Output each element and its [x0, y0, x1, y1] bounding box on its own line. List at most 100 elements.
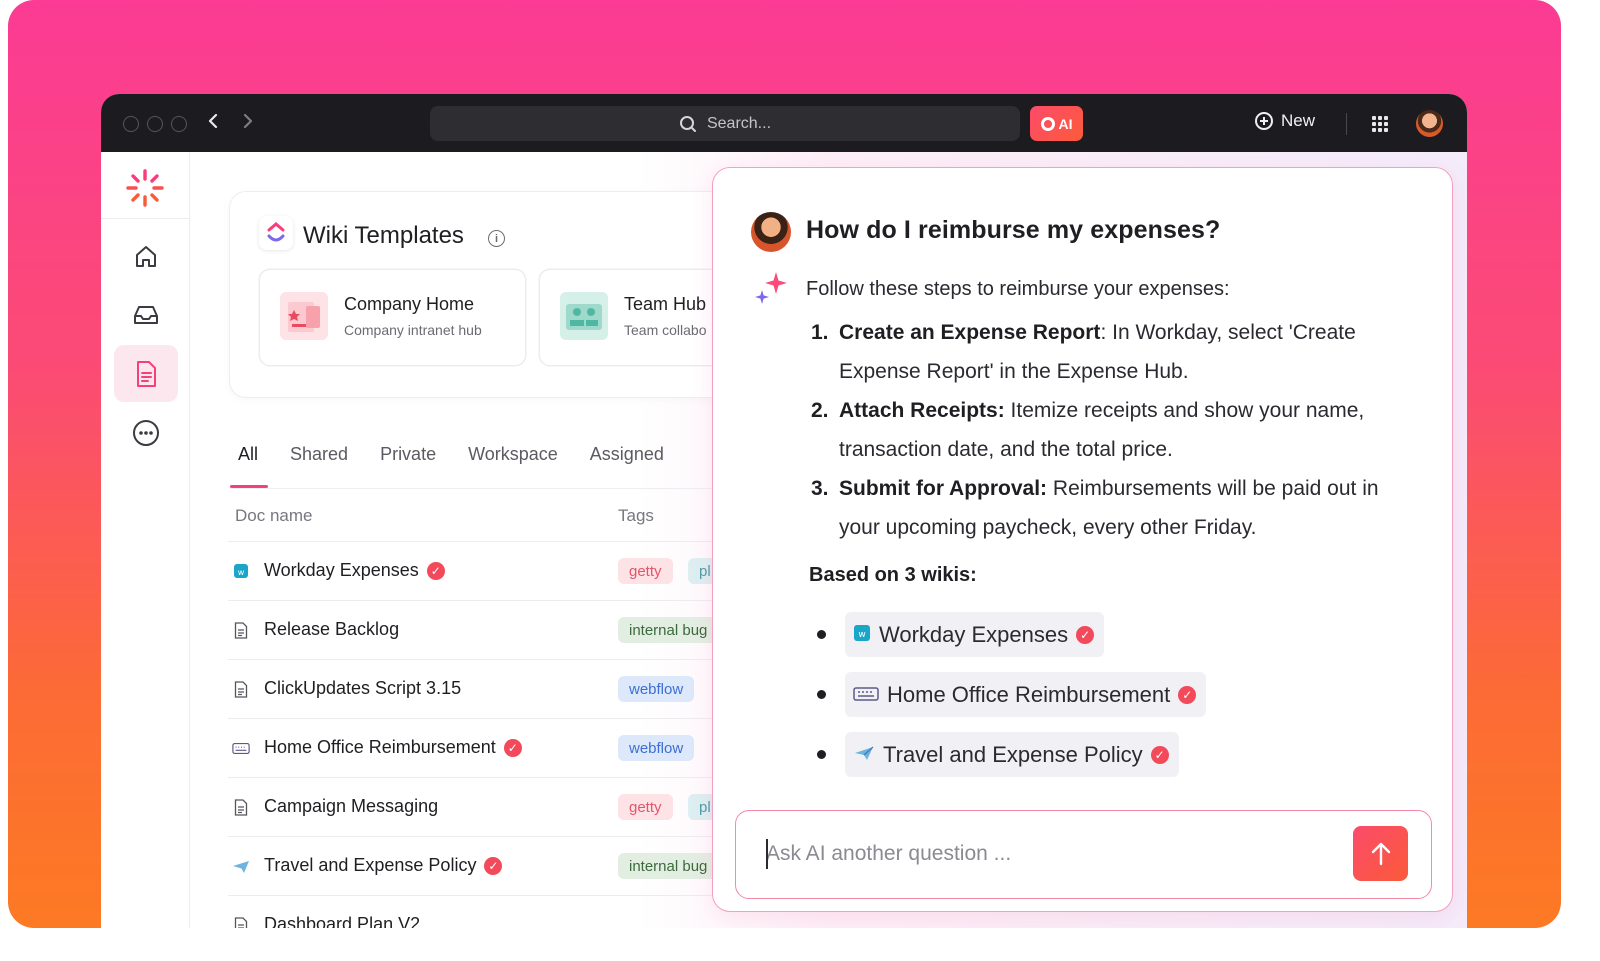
ai-question: How do I reimburse my expenses? [806, 216, 1221, 244]
tag-chip[interactable]: webflow [618, 676, 695, 702]
ai-logo-icon [1040, 116, 1055, 131]
verified-badge-icon: ✓ [426, 561, 445, 580]
doc-name-label: Release Backlog [264, 619, 400, 639]
doc-icon [232, 621, 250, 639]
tag-chip[interactable]: webflow [618, 735, 695, 761]
column-header-doc-name[interactable]: Doc name [235, 506, 312, 526]
doc-icon [232, 916, 250, 928]
verified-badge-icon: ✓ [1178, 685, 1197, 704]
step-title: Create an Expense Report [839, 321, 1101, 344]
active-tab-indicator [230, 485, 268, 488]
app-window: Search... AI New Wiki Templates i Compan… [101, 94, 1467, 928]
source-wiki-home-office-reimbursement[interactable]: Home Office Reimbursement ✓ [845, 672, 1207, 717]
source-wiki-workday-expenses[interactable]: w Workday Expenses ✓ [845, 612, 1105, 657]
more-icon[interactable] [126, 413, 166, 453]
bullet [817, 690, 826, 699]
user-avatar[interactable] [1416, 110, 1443, 137]
send-button[interactable] [1353, 826, 1408, 881]
docs-icon[interactable] [114, 345, 178, 402]
plus-circle-icon [1255, 112, 1273, 130]
plane-icon [232, 857, 250, 875]
column-header-tags[interactable]: Tags [618, 506, 654, 526]
ai-button[interactable]: AI [1030, 106, 1083, 141]
tag-chip[interactable]: getty [618, 794, 673, 820]
wiki-templates-title: Wiki Templates [303, 222, 464, 249]
search-icon [679, 115, 696, 132]
keyboard-icon [853, 682, 879, 708]
keyboard-icon [232, 739, 250, 757]
source-name: Home Office Reimbursement [887, 681, 1171, 707]
window-minimize-button[interactable] [147, 116, 163, 132]
source-name: Workday Expenses [879, 621, 1069, 647]
doc-name-label: Dashboard Plan V2 [264, 914, 421, 928]
inbox-icon[interactable] [126, 295, 166, 335]
forward-arrow-icon[interactable] [242, 111, 254, 137]
ask-ai-input[interactable] [766, 839, 1336, 869]
doc-icon [232, 680, 250, 698]
step-number: 2. [811, 399, 829, 422]
template-subtitle: Company intranet hub [344, 322, 482, 338]
sidebar-divider [101, 218, 190, 219]
bullet [817, 750, 826, 759]
doc-name: Dashboard Plan V2 [264, 914, 420, 928]
tab-private[interactable]: Private [380, 444, 436, 465]
apps-grid-icon[interactable] [1372, 116, 1388, 132]
info-icon[interactable]: i [488, 230, 505, 247]
doc-name: ClickUpdates Script 3.15 [264, 678, 461, 699]
template-title: Company Home [344, 294, 475, 314]
home-icon[interactable] [126, 237, 166, 277]
tag-chip[interactable]: internal bug [618, 617, 719, 643]
tab-assigned[interactable]: Assigned [590, 444, 664, 465]
source-wiki-travel-and-expense-policy[interactable]: Travel and Expense Policy ✓ [845, 732, 1179, 777]
ai-sparkle-icon [750, 270, 790, 310]
new-button-label: New [1281, 111, 1316, 130]
doc-name: Travel and Expense Policy ✓ [264, 855, 503, 876]
tag-chip[interactable]: internal bug [618, 853, 719, 879]
company-home-icon [280, 292, 328, 340]
new-button[interactable]: New [1255, 111, 1315, 131]
plane-icon [853, 742, 875, 768]
verified-badge-icon: ✓ [503, 738, 522, 757]
doc-name: Workday Expenses ✓ [264, 560, 445, 581]
workday-icon: w [853, 622, 871, 648]
doc-name-label: ClickUpdates Script 3.15 [264, 678, 462, 698]
source-name: Travel and Expense Policy [883, 741, 1143, 767]
tag-chip[interactable]: getty [618, 558, 673, 584]
text-caret [766, 839, 768, 869]
verified-badge-icon: ✓ [1076, 625, 1095, 644]
toolbar-divider [1346, 113, 1347, 135]
window-maximize-button[interactable] [171, 116, 187, 132]
tab-workspace[interactable]: Workspace [468, 444, 558, 465]
sidebar [101, 152, 190, 928]
svg-text:w: w [858, 630, 865, 640]
doc-name: Campaign Messaging [264, 796, 438, 817]
ai-steps-list: 1. Create an Expense Report: In Workday,… [811, 313, 1411, 547]
back-arrow-icon[interactable] [207, 111, 219, 137]
tab-all[interactable]: All [238, 444, 258, 465]
template-card-company-home[interactable]: Company Home Company intranet hub [260, 270, 525, 365]
verified-badge-icon: ✓ [484, 856, 503, 875]
ai-button-label: AI [1058, 115, 1073, 132]
step-number: 1. [811, 321, 829, 344]
search-bar[interactable]: Search... [430, 106, 1020, 141]
template-title: Team Hub [624, 294, 707, 314]
ai-step: 1. Create an Expense Report: In Workday,… [811, 313, 1411, 391]
doc-name: Home Office Reimbursement ✓ [264, 737, 522, 758]
doc-icon [232, 798, 250, 816]
search-placeholder: Search... [706, 114, 772, 132]
marketing-background: Search... AI New Wiki Templates i Compan… [8, 0, 1561, 928]
svg-text:w: w [238, 568, 245, 577]
tab-shared[interactable]: Shared [290, 444, 348, 465]
window-close-button[interactable] [123, 116, 139, 132]
doc-name-label: Travel and Expense Policy [264, 855, 477, 875]
workday-icon: w [232, 562, 250, 580]
ask-ai-box [735, 810, 1432, 899]
team-hub-icon [560, 292, 608, 340]
doc-name-label: Home Office Reimbursement [264, 737, 496, 757]
ai-step: 3. Submit for Approval: Reimbursements w… [811, 469, 1411, 547]
clickup-logo-icon[interactable] [125, 168, 165, 208]
step-number: 3. [811, 477, 829, 500]
verified-badge-icon: ✓ [1150, 745, 1169, 764]
doc-name-label: Workday Expenses [264, 560, 419, 580]
ai-answer-intro: Follow these steps to reimburse your exp… [806, 278, 1230, 300]
